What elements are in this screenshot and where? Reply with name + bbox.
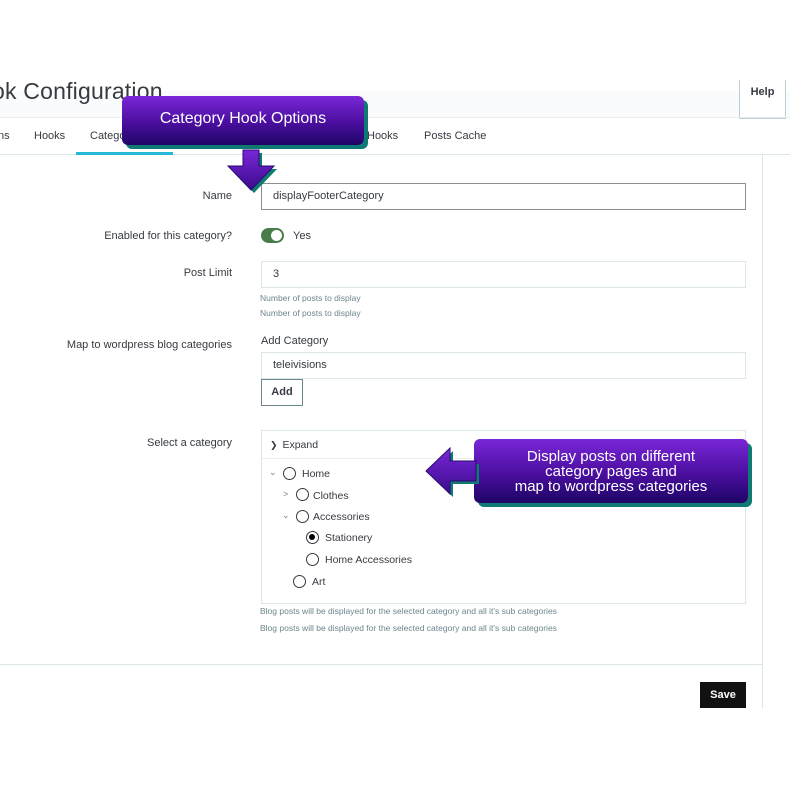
category-label-art: Art [312,576,326,588]
map-categories-label: Map to wordpress blog categories [66,339,232,351]
category-radio-stationery[interactable] [306,531,319,544]
name-label: Name [202,190,232,202]
tab-category-hooks[interactable]: Catego [90,130,125,142]
category-radio-art[interactable] [293,575,306,588]
arrow-down-icon [226,149,277,193]
tab-partial[interactable]: ns [0,130,10,142]
tab-active-indicator [76,152,173,155]
expand-all-button[interactable]: ❯ Expand [270,439,318,451]
category-radio-accessories[interactable] [296,510,309,523]
category-label-stationery: Stationery [325,532,373,544]
callout-text: category pages and [545,462,677,480]
arrow-left-icon [425,446,479,497]
category-radio-clothes[interactable] [296,488,309,501]
select-category-label: Select a category [147,437,232,449]
category-help: Blog posts will be displayed for the sel… [260,606,557,616]
enabled-label: Enabled for this category? [104,230,232,242]
help-button[interactable]: Help [739,80,786,119]
post-limit-help: Number of posts to display [260,308,361,318]
callout-display-posts: Display posts on different category page… [474,439,748,503]
wordpress-category-input[interactable]: teleivisions [261,352,746,379]
callout-text: Category Hook Options [159,109,327,127]
category-radio-home[interactable] [283,467,296,480]
save-button[interactable]: Save [700,682,746,708]
form-footer-divider [0,664,762,665]
category-label-home-accessories: Home Accessories [325,554,412,566]
tab-posts-cache[interactable]: Posts Cache [424,130,486,142]
enabled-toggle-label: Yes [293,230,311,242]
callout-text: Display posts on different [526,447,696,465]
category-label-accessories: Accessories [313,511,370,523]
chevron-down-icon: ❯ [270,440,278,450]
name-input[interactable]: displayFooterCategory [261,183,746,210]
toggle-knob [271,230,282,241]
tab-hooks[interactable]: Hooks [34,130,65,142]
panel-border [762,155,763,708]
category-help: Blog posts will be displayed for the sel… [260,623,557,633]
category-label-home: Home [302,468,331,480]
category-label-clothes: Clothes [313,490,349,502]
post-limit-label: Post Limit [183,267,232,279]
expand-label: Expand [282,439,319,451]
chevron-right-icon[interactable]: > [283,489,288,499]
chevron-down-icon[interactable]: ⌄ [282,510,290,521]
callout-category-hook-options: Category Hook Options [122,96,364,145]
chevron-down-icon[interactable]: ⌄ [269,467,277,478]
tab-other-hooks[interactable]: Hooks [367,130,398,142]
callout-text: map to wordpress categories [514,477,708,495]
add-category-button[interactable]: Add [261,379,303,406]
enabled-toggle[interactable] [261,228,284,243]
add-category-label: Add Category [261,335,329,347]
post-limit-help: Number of posts to display [260,293,361,303]
category-radio-home-accessories[interactable] [306,553,319,566]
post-limit-input[interactable]: 3 [261,261,746,288]
